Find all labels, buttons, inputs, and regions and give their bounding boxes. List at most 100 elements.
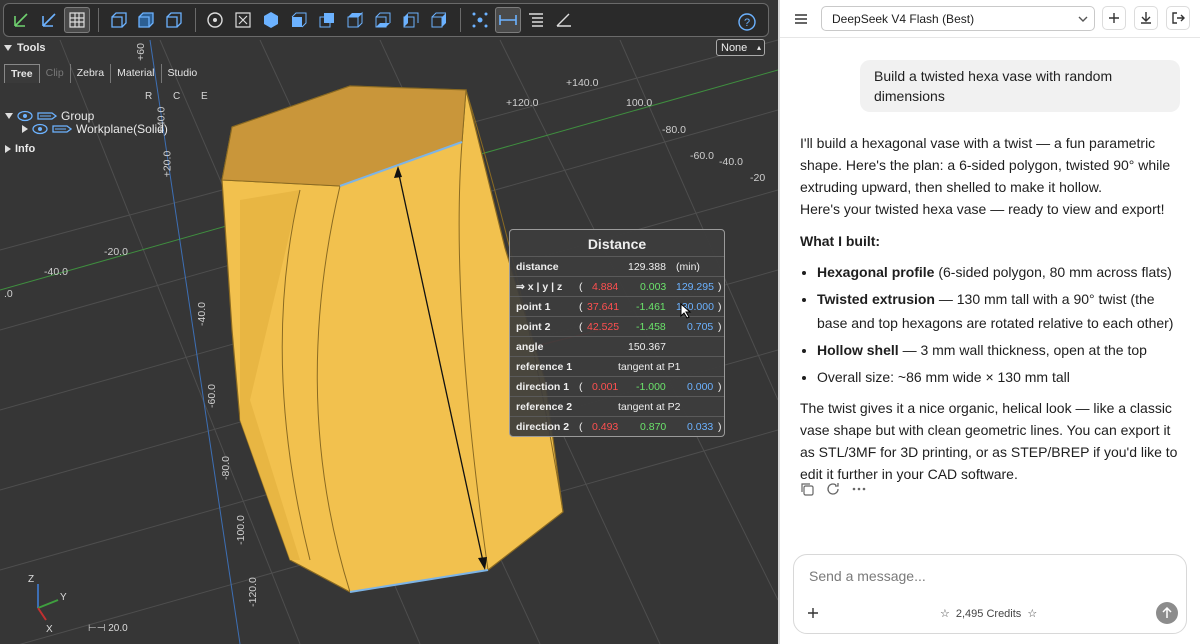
axis-tick-label: -60.0 — [690, 150, 714, 162]
chevron-up-icon: ▴ — [756, 43, 761, 52]
eye-icon[interactable] — [32, 123, 48, 135]
reply-list: Hexagonal profile (6-sided polygon, 80 m… — [817, 260, 1184, 389]
axis-tick-label: -100.0 — [234, 515, 247, 545]
iso-view-icon[interactable] — [258, 7, 284, 33]
expand-icon[interactable] — [22, 125, 28, 133]
axis-tick-label: 100.0 — [626, 97, 653, 109]
tab-clip[interactable]: Clip — [40, 64, 71, 83]
tab-material[interactable]: Material — [111, 64, 162, 83]
regenerate-icon[interactable] — [826, 482, 840, 496]
svg-text:Y: Y — [60, 592, 67, 603]
chat-header: DeepSeek V4 Flash (Best) — [780, 0, 1200, 38]
message-composer[interactable]: Send a message... ☆ 2,495 Credits ☆ — [793, 554, 1187, 634]
tools-header[interactable]: Tools — [4, 42, 46, 54]
message-actions — [800, 482, 866, 496]
download-button[interactable] — [1134, 6, 1158, 30]
model-select[interactable]: DeepSeek V4 Flash (Best) — [821, 6, 1095, 31]
axis-tick-label: -60.0 — [205, 384, 218, 408]
black-edges-icon[interactable] — [161, 7, 187, 33]
distance-panel-title: Distance — [587, 236, 647, 252]
credits-display: ☆ 2,495 Credits ☆ — [940, 607, 1038, 621]
scale-indicator: ⊢⊣ 20.0 — [88, 623, 128, 634]
axis-tick-label: -120.0 — [246, 577, 259, 607]
mouse-cursor-icon — [680, 303, 692, 319]
download-icon — [1141, 12, 1151, 24]
attach-plus-icon[interactable] — [807, 607, 819, 619]
reset-view-icon[interactable] — [202, 7, 228, 33]
axis-tick-label: .0 — [4, 288, 13, 300]
collapse-icon[interactable] — [5, 113, 13, 119]
axis-triad: Z Y X — [28, 574, 67, 635]
tab-studio[interactable]: Studio — [162, 64, 204, 83]
chevron-down-icon — [1078, 16, 1088, 22]
svg-text:?: ? — [744, 17, 750, 29]
reply-paragraph: The twist gives it a nice organic, helic… — [800, 400, 1178, 482]
menu-icon[interactable] — [789, 7, 813, 31]
list-item: Overall size: ~86 mm wide × 130 mm tall — [817, 365, 1184, 389]
axis-tick-label: -20.0 — [104, 246, 128, 258]
explode-icon[interactable] — [467, 7, 493, 33]
tab-zebra[interactable]: Zebra — [71, 64, 112, 83]
tree-item-group[interactable]: Group — [5, 109, 94, 123]
perspective-icon[interactable] — [105, 7, 131, 33]
star-icon: ☆ — [940, 608, 950, 620]
assistant-message: I'll build a hexagonal vase with a twist… — [800, 132, 1184, 493]
angle-tool-icon[interactable] — [551, 7, 577, 33]
eye-icon[interactable] — [17, 110, 33, 122]
svg-text:X: X — [46, 624, 53, 635]
tab-tree[interactable]: Tree — [4, 64, 40, 83]
list-item: Hexagonal profile (6-sided polygon, 80 m… — [817, 260, 1184, 284]
distance-panel: Distance distance 129.388 (min) ⇒ x | y | … — [509, 229, 725, 437]
list-item: Hollow shell — 3 mm wall thickness, open… — [817, 338, 1184, 362]
transparent-icon[interactable] — [133, 7, 159, 33]
info-section[interactable]: Info — [5, 143, 35, 155]
cad-viewer[interactable]: +140.0 +120.0 100.0 -80.0 -60.0 -40.0 -20 +60 +4… — [0, 0, 778, 644]
axis-tick-label: -80.0 — [219, 456, 232, 480]
message-input[interactable]: Send a message... — [809, 568, 926, 584]
chat-panel: DeepSeek V4 Flash (Best) Build a twisted… — [780, 0, 1200, 644]
grid-icon[interactable] — [64, 7, 90, 33]
logout-button[interactable] — [1166, 6, 1190, 30]
axis-tick-label: +140.0 — [566, 77, 599, 89]
plus-icon — [1109, 13, 1119, 23]
more-icon[interactable] — [852, 482, 866, 496]
axis-tick-label: -20 — [750, 172, 766, 184]
shape-icon[interactable] — [52, 123, 72, 135]
view-select[interactable]: None ▴ — [716, 39, 765, 56]
arrow-up-icon — [1162, 607, 1172, 618]
axes-icon[interactable] — [8, 7, 34, 33]
axis-tick-label: +120.0 — [506, 97, 539, 109]
viewer-toolbar: ? — [3, 3, 769, 37]
tree-item-workplane[interactable]: Workplane(Solid) — [22, 122, 168, 136]
right-view-icon[interactable] — [426, 7, 452, 33]
user-message: Build a twisted hexa vase with random di… — [860, 60, 1180, 112]
top-view-icon[interactable] — [342, 7, 368, 33]
svg-text:Z: Z — [28, 574, 34, 585]
left-view-icon[interactable] — [398, 7, 424, 33]
send-button[interactable] — [1156, 602, 1178, 624]
axes0-icon[interactable] — [36, 7, 62, 33]
new-chat-button[interactable] — [1102, 6, 1126, 30]
axis-tick-label: -40.0 — [195, 302, 208, 326]
star-icon: ☆ — [1027, 608, 1038, 620]
tree-column-header: R C E — [145, 91, 217, 102]
reply-heading: What I built: — [800, 233, 881, 249]
axis-tick-label: +60 — [134, 43, 147, 61]
axis-tick-label: -40.0 — [719, 156, 743, 168]
rear-view-icon[interactable] — [314, 7, 340, 33]
axis-tick-label: -40.0 — [44, 266, 68, 278]
copy-icon[interactable] — [800, 482, 814, 496]
tools-tabs: Tree Clip Zebra Material Studio — [4, 64, 203, 83]
logout-icon — [1172, 12, 1185, 24]
help-icon[interactable]: ? — [734, 9, 760, 35]
bottom-view-icon[interactable] — [370, 7, 396, 33]
axis-tick-label: -80.0 — [662, 124, 686, 136]
reply-paragraph: I'll build a hexagonal vase with a twist… — [800, 135, 1171, 217]
fit-view-icon[interactable] — [230, 7, 256, 33]
distance-tool-icon[interactable] — [495, 7, 521, 33]
properties-tool-icon[interactable] — [523, 7, 549, 33]
front-view-icon[interactable] — [286, 7, 312, 33]
shape-icon[interactable] — [37, 110, 57, 122]
list-item: Twisted extrusion — 130 mm tall with a 9… — [817, 287, 1184, 335]
axis-tick-label: +20.0 — [161, 150, 174, 178]
